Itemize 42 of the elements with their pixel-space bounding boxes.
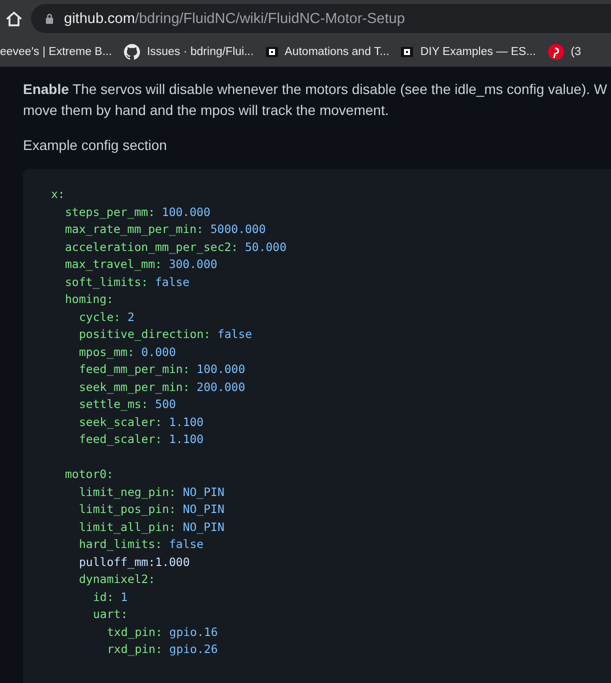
code-line: homing:	[65, 292, 114, 306]
bookmark-icon	[266, 46, 278, 56]
paragraph-line: move them by hand and the mpos will track the movement.	[23, 101, 390, 120]
bookmark-link[interactable]: (3	[570, 46, 582, 58]
code-line: txd_pin: gpio.16	[107, 624, 218, 638]
code-line: soft_limits: false	[65, 274, 190, 288]
code-line: steps_per_mm: 100.000	[65, 204, 210, 218]
code-line: feed_scaler: 1.100	[79, 432, 204, 446]
code-line: settle_ms: 500	[79, 397, 176, 411]
section-caption: Example config section	[23, 136, 168, 155]
address-bar[interactable]: github.com/bdring/FluidNC/wiki/FluidNC-Motor-Setup	[31, 4, 611, 33]
code-line: dynamixel2:	[79, 572, 156, 586]
home-icon[interactable]	[5, 10, 23, 28]
code-line: rxd_pin: gpio.26	[107, 642, 218, 656]
pinterest-icon	[548, 44, 564, 60]
code-line: feed_mm_per_min: 100.000	[79, 362, 246, 376]
code-line: hard_limits: false	[79, 537, 204, 551]
code-line: max_rate_mm_per_min: 5000.000	[65, 222, 266, 236]
paragraph-line: Enable The servos will disable whenever the motors disable (see the idle_ms config value). W	[23, 80, 608, 99]
code-line: limit_all_pin: NO_PIN	[79, 520, 224, 534]
code-line: id: 1	[93, 590, 128, 604]
code-line: limit_neg_pin: NO_PIN	[79, 484, 224, 498]
lock-icon	[45, 13, 54, 24]
code-line: acceleration_mm_per_sec2: 50.000	[65, 240, 287, 254]
code-line: pulloff_mm:1.000	[79, 554, 190, 568]
bookmark-link[interactable]: DIY Examples — ES...	[420, 46, 536, 58]
code-line: cycle: 2	[79, 310, 134, 324]
code-line: positive_direction: false	[79, 327, 252, 341]
url-text: github.com/bdring/FluidNC/wiki/FluidNC-Motor-Setup	[64, 10, 405, 26]
bookmark-link[interactable]: eevee's | Extreme B...	[0, 46, 112, 58]
code-line: seek_scaler: 1.100	[79, 414, 204, 428]
bookmark-icon	[401, 46, 414, 56]
github-icon	[124, 44, 140, 60]
bookmark-link[interactable]: Automations and T...	[284, 46, 390, 58]
code-line: uart:	[93, 607, 128, 621]
code-line: mpos_mm: 0.000	[79, 344, 176, 358]
code-line: motor0:	[65, 467, 114, 481]
code-line: x:	[51, 187, 65, 201]
bookmark-link[interactable]: Issues · bdring/Flui...	[146, 46, 254, 58]
code-line: max_travel_mm: 300.000	[65, 257, 218, 271]
code-line: seek_mm_per_min: 200.000	[79, 380, 246, 394]
code-line: limit_pos_pin: NO_PIN	[79, 502, 224, 516]
